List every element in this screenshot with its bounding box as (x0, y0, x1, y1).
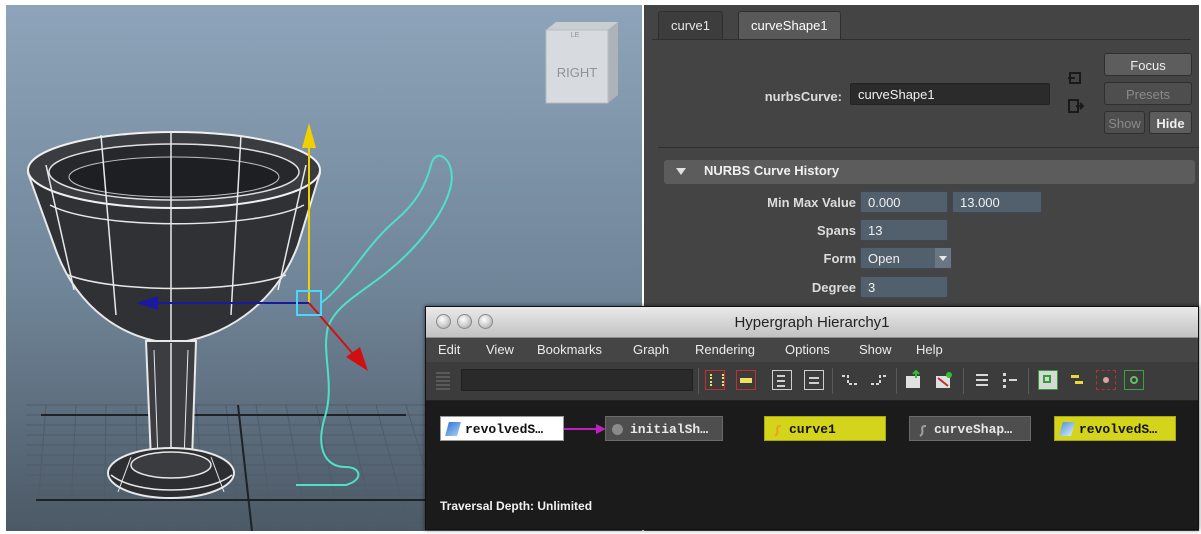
min-value-field[interactable]: 0.000 (860, 191, 948, 213)
tab-curve1[interactable]: curve1 (658, 11, 724, 40)
connection-down-icon[interactable] (868, 370, 888, 390)
graph-node-curve-shape[interactable]: curveShap… (909, 416, 1031, 441)
graph-materials-icon[interactable] (934, 370, 954, 390)
tree-layout-icon[interactable] (1000, 370, 1020, 390)
toolbar-separator (896, 368, 897, 394)
goblet-model[interactable] (26, 131, 322, 499)
tab-divider (652, 39, 1191, 40)
form-label: Form (823, 251, 857, 266)
presets-button[interactable]: Presets (1104, 82, 1192, 105)
refresh-graph-icon[interactable] (1124, 370, 1144, 390)
min-max-label: Min Max Value (767, 195, 856, 210)
window-title: Hypergraph Hierarchy1 (734, 314, 890, 331)
dropdown-arrow-icon (935, 248, 951, 268)
toolbar-separator (963, 368, 964, 394)
view-cube-corner-label: LE (571, 32, 580, 39)
menu-graph[interactable]: Graph (633, 342, 669, 357)
menu-edit[interactable]: Edit (438, 342, 460, 357)
section-divider (658, 147, 1199, 148)
curve-node-icon (771, 422, 783, 437)
form-dropdown-value: Open (868, 251, 900, 266)
surface-node-icon (445, 422, 461, 436)
graph-node-curve1[interactable]: curve1 (764, 416, 886, 441)
node-name-field[interactable]: curveShape1 (850, 83, 1050, 105)
search-field[interactable] (461, 369, 693, 391)
hide-button[interactable]: Hide (1149, 111, 1192, 134)
section-header-nurbs-curve-history[interactable]: NURBS Curve History (664, 160, 1195, 184)
degree-label: Degree (811, 280, 856, 295)
window-titlebar[interactable]: Hypergraph Hierarchy1 (426, 307, 1198, 338)
surface-node-icon (1059, 422, 1075, 436)
graph-node-revolved-surface[interactable]: revolvedS… (440, 416, 564, 441)
hypergraph-toolbar (426, 362, 1198, 401)
connection-arrow (564, 424, 606, 434)
toolbar-grip-icon (436, 372, 450, 390)
hypergraph-canvas[interactable]: revolvedS… initialSh… curve1 curveShap… … (426, 401, 1198, 529)
degree-field[interactable]: 3 (860, 276, 948, 298)
menu-bar: Edit View Bookmarks Graph Rendering Opti… (426, 338, 1198, 362)
toolbar-separator (698, 368, 699, 394)
show-button[interactable]: Show (1104, 111, 1145, 134)
graph-node-revolved-surface-transform[interactable]: revolvedS… (1054, 416, 1176, 441)
hypergraph-window[interactable]: Hypergraph Hierarchy1 Edit View Bookmark… (425, 306, 1199, 530)
input-connection-icon[interactable] (1068, 71, 1082, 85)
traversal-depth-status: Traversal Depth: Unlimited (440, 499, 593, 513)
frame-selection-icon[interactable] (736, 370, 756, 390)
output-connection-icon[interactable] (1068, 99, 1085, 113)
section-title: NURBS Curve History (704, 163, 840, 178)
max-value-field[interactable]: 13.000 (952, 191, 1042, 213)
graph-node-label: revolvedS… (465, 422, 544, 437)
toolbar-separator (832, 368, 833, 394)
select-nodes-icon[interactable] (705, 370, 725, 390)
graph-node-initial-shading[interactable]: initialSh… (605, 416, 723, 441)
menu-show[interactable]: Show (859, 342, 892, 357)
menu-rendering[interactable]: Rendering (695, 342, 755, 357)
form-dropdown[interactable]: Open (860, 247, 952, 269)
spans-field[interactable]: 13 (860, 219, 948, 241)
toolbar-separator (1028, 368, 1029, 394)
graph-node-label: revolvedS… (1079, 422, 1158, 437)
expand-hierarchy-icon[interactable] (772, 370, 792, 390)
spans-label: Spans (816, 223, 856, 238)
focus-button[interactable]: Focus (1104, 53, 1192, 76)
scene-hierarchy-icon[interactable] (1038, 370, 1058, 390)
graph-node-label: curveShap… (934, 422, 1013, 437)
shading-group-icon (612, 424, 623, 435)
view-cube-label: RIGHT (557, 65, 598, 80)
node-type-label: nurbsCurve: (764, 89, 842, 104)
expand-triangle-icon[interactable] (676, 168, 686, 175)
view-cube[interactable] (545, 22, 618, 104)
input-output-connections-icon[interactable] (1068, 370, 1088, 390)
graph-shader-icon[interactable] (1096, 370, 1116, 390)
tab-curveshape1[interactable]: curveShape1 (738, 11, 841, 40)
curve-shape-icon (916, 422, 928, 437)
graph-node-label: curve1 (789, 422, 836, 437)
connection-up-icon[interactable] (840, 370, 860, 390)
menu-view[interactable]: View (486, 342, 514, 357)
graph-node-label: initialSh… (630, 422, 709, 437)
menu-options[interactable]: Options (785, 342, 830, 357)
menu-bookmarks[interactable]: Bookmarks (537, 342, 602, 357)
menu-help[interactable]: Help (916, 342, 943, 357)
add-bookmark-icon[interactable] (904, 369, 924, 390)
list-layout-icon[interactable] (972, 370, 992, 390)
collapse-hierarchy-icon[interactable] (804, 370, 824, 390)
